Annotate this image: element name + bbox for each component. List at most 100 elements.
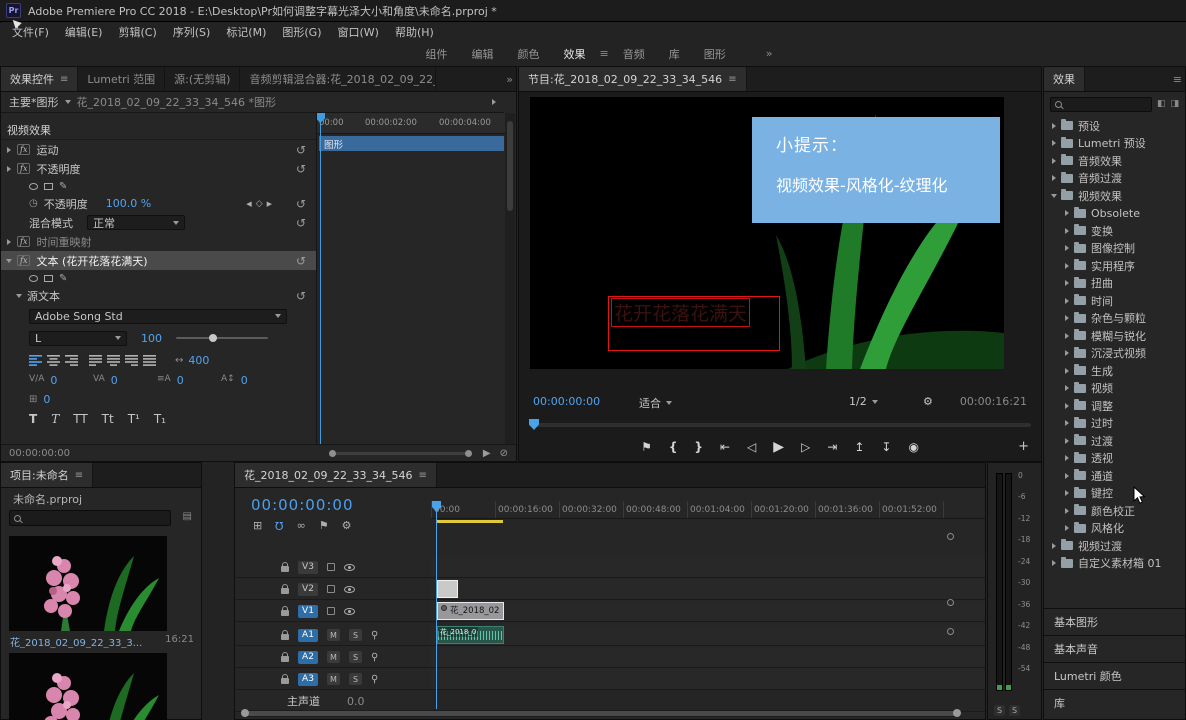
align-left-icon[interactable] bbox=[29, 355, 42, 366]
add-marker-icon[interactable]: ⚑ bbox=[641, 440, 652, 454]
effects-bin-video-transitions[interactable]: 视频过渡 bbox=[1044, 537, 1185, 555]
panel-lumetri-color[interactable]: Lumetri 颜色 bbox=[1044, 662, 1185, 689]
stopwatch-icon[interactable]: ◷ bbox=[29, 198, 38, 209]
fx-badge-icon[interactable]: fx bbox=[17, 163, 30, 174]
timeline-ruler[interactable]: 00:00 00:00:16:00 00:00:32:00 00:00:48:0… bbox=[431, 501, 985, 519]
workspace-tab-audio[interactable]: 音频 bbox=[611, 43, 657, 65]
step-back-icon[interactable]: ◁ bbox=[747, 440, 756, 454]
scroll-dot[interactable] bbox=[947, 599, 954, 606]
track-v1-header[interactable]: V1 bbox=[235, 601, 431, 622]
chevron-right-icon[interactable] bbox=[1065, 263, 1069, 269]
align-center-icon[interactable] bbox=[47, 355, 60, 366]
track-v2-lane[interactable] bbox=[431, 579, 985, 600]
track-v3-badge[interactable]: V3 bbox=[298, 561, 318, 574]
justify-right-icon[interactable] bbox=[125, 355, 138, 366]
project-item-name[interactable]: 花_2018_02_09_22_33_3... bbox=[10, 634, 142, 648]
rect-mask-icon[interactable] bbox=[44, 275, 53, 282]
master-track-header[interactable]: 主声道 0.0 bbox=[235, 691, 431, 712]
justify-left-icon[interactable] bbox=[89, 355, 102, 366]
small-caps-icon[interactable]: Tt bbox=[102, 412, 114, 426]
chevron-right-icon[interactable] bbox=[1065, 333, 1069, 339]
scroll-dot[interactable] bbox=[947, 628, 954, 635]
reset-icon[interactable]: ↺ bbox=[296, 255, 306, 267]
mark-out-icon[interactable]: } bbox=[694, 440, 703, 454]
align-right-icon[interactable] bbox=[65, 355, 78, 366]
master-track-lane[interactable] bbox=[431, 691, 985, 712]
video-clip[interactable]: 花_2018_02 bbox=[437, 602, 504, 620]
font-style-select[interactable]: L bbox=[29, 331, 127, 346]
menu-window[interactable]: 窗口(W) bbox=[330, 24, 387, 40]
effects-bin-lumetri-presets[interactable]: Lumetri 预设 bbox=[1044, 135, 1185, 153]
chevron-right-icon[interactable] bbox=[1065, 350, 1069, 356]
chevron-down-icon[interactable] bbox=[6, 259, 12, 263]
pen-mask-icon[interactable]: ✎ bbox=[59, 181, 67, 192]
reset-icon[interactable]: ↺ bbox=[296, 290, 306, 302]
timeline-settings-icon[interactable]: ⚙ bbox=[342, 519, 352, 532]
effects-bin-immersive-video[interactable]: 沉浸式视频 bbox=[1044, 345, 1185, 363]
workspace-tab-editing[interactable]: 编辑 bbox=[460, 43, 506, 65]
effect-opacity-row[interactable]: fx 不透明度 ↺ bbox=[1, 159, 316, 178]
menu-edit[interactable]: 编辑(E) bbox=[57, 24, 111, 40]
chevron-right-icon[interactable] bbox=[1065, 508, 1069, 514]
effects-bin-transition[interactable]: 过渡 bbox=[1044, 432, 1185, 450]
tracking-metric-value[interactable]: 0 bbox=[111, 374, 118, 387]
video-viewport[interactable]: 小提示： 视频效果-风格化-纹理化 花开花落花满天 bbox=[530, 97, 1004, 369]
effects-bin-transform[interactable]: 变换 bbox=[1044, 222, 1185, 240]
effects-bin-channel[interactable]: 通道 bbox=[1044, 467, 1185, 485]
effect-controls-timecode[interactable]: 00:00:00:00 bbox=[9, 448, 70, 459]
track-a3-lane[interactable] bbox=[431, 669, 985, 690]
chevron-right-icon[interactable] bbox=[1052, 123, 1056, 129]
chevron-right-icon[interactable] bbox=[1065, 315, 1069, 321]
tab-sequence[interactable]: 花_2018_02_09_22_33_34_546 ≡ bbox=[235, 463, 437, 487]
workspace-menu-icon[interactable]: ≡ bbox=[600, 47, 609, 60]
blend-mode-select[interactable]: 正常 bbox=[87, 215, 185, 230]
track-a1-header[interactable]: A1 M S ⚲ bbox=[235, 625, 431, 646]
chevron-right-icon[interactable] bbox=[1052, 175, 1056, 181]
solo-button[interactable]: S bbox=[349, 629, 362, 641]
chevron-right-icon[interactable] bbox=[1065, 385, 1069, 391]
workspace-overflow-icon[interactable]: » bbox=[766, 47, 773, 60]
lock-icon[interactable] bbox=[281, 566, 289, 572]
menu-markers[interactable]: 标记(M) bbox=[218, 24, 274, 40]
timeline-horizontal-scrollbar[interactable] bbox=[243, 710, 959, 717]
chevron-right-icon[interactable] bbox=[1065, 210, 1069, 216]
font-size-value[interactable]: 100 bbox=[141, 332, 162, 345]
project-item-caption[interactable]: 花_2018_02_09_22_33_3... 16:21 bbox=[10, 634, 194, 648]
menu-sequence[interactable]: 序列(S) bbox=[165, 24, 219, 40]
lock-icon[interactable] bbox=[281, 610, 289, 616]
panel-menu-icon[interactable]: ≡ bbox=[728, 74, 736, 85]
master-clip-selector[interactable]: 主要*图形 bbox=[9, 94, 59, 110]
track-output-eye-icon[interactable] bbox=[344, 586, 355, 593]
chevron-right-icon[interactable] bbox=[7, 166, 11, 172]
tracking-value[interactable]: 400 bbox=[188, 354, 209, 367]
panel-menu-icon[interactable]: ≡ bbox=[418, 470, 426, 481]
all-caps-icon[interactable]: TT bbox=[73, 412, 87, 426]
fx-badge-icon[interactable]: fx bbox=[17, 144, 30, 155]
track-v2-header[interactable]: V2 bbox=[235, 579, 431, 600]
justify-all-icon[interactable] bbox=[143, 355, 156, 366]
solo-right-button[interactable]: S bbox=[1009, 705, 1020, 716]
track-v2-badge[interactable]: V2 bbox=[298, 583, 318, 596]
effects-bin-color-correction[interactable]: 颜色校正 bbox=[1044, 502, 1185, 520]
faux-italic-icon[interactable]: T bbox=[51, 412, 59, 426]
workspace-tab-assembly[interactable]: 组件 bbox=[414, 43, 460, 65]
chevron-right-icon[interactable] bbox=[1065, 438, 1069, 444]
effects-bin-presets[interactable]: 预设 bbox=[1044, 117, 1185, 135]
effects-bin-generate[interactable]: 生成 bbox=[1044, 362, 1185, 380]
solo-button[interactable]: S bbox=[349, 673, 362, 685]
zoom-level-select[interactable]: 适合 bbox=[639, 395, 672, 411]
track-a3-badge[interactable]: A3 bbox=[298, 673, 318, 686]
effects-bin-time[interactable]: 时间 bbox=[1044, 292, 1185, 310]
menu-clip[interactable]: 剪辑(C) bbox=[110, 24, 164, 40]
zoom-handle-left[interactable] bbox=[329, 450, 336, 457]
reset-icon[interactable]: ↺ bbox=[296, 198, 306, 210]
track-output-eye-icon[interactable] bbox=[344, 564, 355, 571]
add-marker-icon[interactable]: ⚑ bbox=[319, 519, 329, 532]
chevron-right-icon[interactable] bbox=[1065, 490, 1069, 496]
effects-bypass-icon[interactable]: ⊘ bbox=[500, 448, 508, 459]
effects-bin-adjust[interactable]: 调整 bbox=[1044, 397, 1185, 415]
ellipse-mask-icon[interactable] bbox=[29, 275, 38, 282]
effect-controls-scrollbar[interactable] bbox=[505, 113, 515, 444]
program-timecode[interactable]: 00:00:00:00 bbox=[533, 395, 600, 408]
effects-bin-custom[interactable]: 自定义素材箱 01 bbox=[1044, 555, 1185, 573]
